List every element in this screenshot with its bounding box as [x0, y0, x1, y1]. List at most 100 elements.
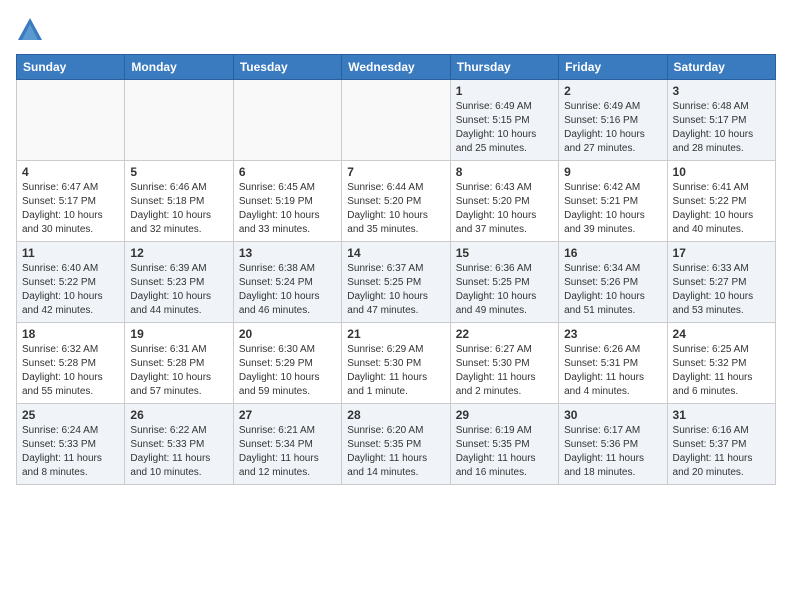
day-info: Sunrise: 6:24 AMSunset: 5:33 PMDaylight:…: [22, 424, 119, 480]
day-number: 19: [130, 327, 227, 341]
calendar-cell: 30 Sunrise: 6:17 AMSunset: 5:36 PMDayligh…: [559, 404, 667, 485]
day-info: Sunrise: 6:29 AMSunset: 5:30 PMDaylight:…: [347, 343, 444, 399]
day-number: 13: [239, 246, 336, 260]
day-number: 11: [22, 246, 119, 260]
day-info: Sunrise: 6:43 AMSunset: 5:20 PMDaylight:…: [456, 181, 553, 237]
calendar-cell: 19 Sunrise: 6:31 AMSunset: 5:28 PMDayligh…: [125, 323, 233, 404]
calendar-week-row: 4 Sunrise: 6:47 AMSunset: 5:17 PMDaylight…: [17, 161, 776, 242]
calendar-cell: [233, 80, 341, 161]
day-number: 9: [564, 165, 661, 179]
calendar-cell: 6 Sunrise: 6:45 AMSunset: 5:19 PMDaylight…: [233, 161, 341, 242]
day-info: Sunrise: 6:34 AMSunset: 5:26 PMDaylight:…: [564, 262, 661, 318]
day-info: Sunrise: 6:20 AMSunset: 5:35 PMDaylight:…: [347, 424, 444, 480]
calendar-cell: [17, 80, 125, 161]
day-number: 1: [456, 84, 553, 98]
day-number: 20: [239, 327, 336, 341]
day-number: 25: [22, 408, 119, 422]
day-info: Sunrise: 6:33 AMSunset: 5:27 PMDaylight:…: [673, 262, 770, 318]
calendar-cell: 12 Sunrise: 6:39 AMSunset: 5:23 PMDayligh…: [125, 242, 233, 323]
day-info: Sunrise: 6:37 AMSunset: 5:25 PMDaylight:…: [347, 262, 444, 318]
calendar-cell: 18Sunrise: 6:32 AMSunset: 5:28 PMDayligh…: [17, 323, 125, 404]
day-info: Sunrise: 6:19 AMSunset: 5:35 PMDaylight:…: [456, 424, 553, 480]
calendar-cell: [125, 80, 233, 161]
column-header-monday: Monday: [125, 55, 233, 80]
day-number: 28: [347, 408, 444, 422]
day-info: Sunrise: 6:25 AMSunset: 5:32 PMDaylight:…: [673, 343, 770, 399]
day-info: Sunrise: 6:46 AMSunset: 5:18 PMDaylight:…: [130, 181, 227, 237]
day-info: Sunrise: 6:31 AMSunset: 5:28 PMDaylight:…: [130, 343, 227, 399]
day-info: Sunrise: 6:36 AMSunset: 5:25 PMDaylight:…: [456, 262, 553, 318]
logo-icon: [16, 16, 44, 44]
day-number: 31: [673, 408, 770, 422]
day-number: 22: [456, 327, 553, 341]
calendar-week-row: 1Sunrise: 6:49 AMSunset: 5:15 PMDaylight…: [17, 80, 776, 161]
day-number: 15: [456, 246, 553, 260]
calendar-cell: 20 Sunrise: 6:30 AMSunset: 5:29 PMDayligh…: [233, 323, 341, 404]
column-header-friday: Friday: [559, 55, 667, 80]
day-number: 2: [564, 84, 661, 98]
day-number: 8: [456, 165, 553, 179]
day-info: Sunrise: 6:22 AMSunset: 5:33 PMDaylight:…: [130, 424, 227, 480]
day-number: 27: [239, 408, 336, 422]
day-info: Sunrise: 6:26 AMSunset: 5:31 PMDaylight:…: [564, 343, 661, 399]
calendar-cell: 21 Sunrise: 6:29 AMSunset: 5:30 PMDayligh…: [342, 323, 450, 404]
day-number: 26: [130, 408, 227, 422]
day-info: Sunrise: 6:16 AMSunset: 5:37 PMDaylight:…: [673, 424, 770, 480]
day-number: 4: [22, 165, 119, 179]
calendar-cell: 31 Sunrise: 6:16 AMSunset: 5:37 PMDayligh…: [667, 404, 775, 485]
calendar-cell: 14 Sunrise: 6:37 AMSunset: 5:25 PMDayligh…: [342, 242, 450, 323]
calendar-cell: 3Sunrise: 6:48 AMSunset: 5:17 PMDaylight…: [667, 80, 775, 161]
day-info: Sunrise: 6:17 AMSunset: 5:36 PMDaylight:…: [564, 424, 661, 480]
calendar-cell: 25 Sunrise: 6:24 AMSunset: 5:33 PMDayligh…: [17, 404, 125, 485]
day-number: 12: [130, 246, 227, 260]
day-info: Sunrise: 6:47 AMSunset: 5:17 PMDaylight:…: [22, 181, 119, 237]
day-info: Sunrise: 6:41 AMSunset: 5:22 PMDaylight:…: [673, 181, 770, 237]
calendar-week-row: 18Sunrise: 6:32 AMSunset: 5:28 PMDayligh…: [17, 323, 776, 404]
column-header-sunday: Sunday: [17, 55, 125, 80]
day-number: 29: [456, 408, 553, 422]
day-number: 6: [239, 165, 336, 179]
calendar-cell: 1Sunrise: 6:49 AMSunset: 5:15 PMDaylight…: [450, 80, 558, 161]
calendar-cell: 5Sunrise: 6:46 AMSunset: 5:18 PMDaylight…: [125, 161, 233, 242]
day-number: 7: [347, 165, 444, 179]
calendar-cell: 10 Sunrise: 6:41 AMSunset: 5:22 PMDayligh…: [667, 161, 775, 242]
day-info: Sunrise: 6:40 AMSunset: 5:22 PMDaylight:…: [22, 262, 119, 318]
calendar-cell: 7Sunrise: 6:44 AMSunset: 5:20 PMDaylight…: [342, 161, 450, 242]
calendar-week-row: 11 Sunrise: 6:40 AMSunset: 5:22 PMDayligh…: [17, 242, 776, 323]
day-number: 23: [564, 327, 661, 341]
day-number: 3: [673, 84, 770, 98]
day-info: Sunrise: 6:49 AMSunset: 5:16 PMDaylight:…: [564, 100, 661, 156]
column-header-tuesday: Tuesday: [233, 55, 341, 80]
calendar-cell: 4 Sunrise: 6:47 AMSunset: 5:17 PMDaylight…: [17, 161, 125, 242]
calendar-cell: 27 Sunrise: 6:21 AMSunset: 5:34 PMDayligh…: [233, 404, 341, 485]
day-number: 24: [673, 327, 770, 341]
day-number: 21: [347, 327, 444, 341]
day-info: Sunrise: 6:30 AMSunset: 5:29 PMDaylight:…: [239, 343, 336, 399]
day-number: 14: [347, 246, 444, 260]
page-header: [16, 16, 776, 44]
calendar-week-row: 25 Sunrise: 6:24 AMSunset: 5:33 PMDayligh…: [17, 404, 776, 485]
day-info: Sunrise: 6:42 AMSunset: 5:21 PMDaylight:…: [564, 181, 661, 237]
logo: [16, 16, 50, 44]
day-info: Sunrise: 6:27 AMSunset: 5:30 PMDaylight:…: [456, 343, 553, 399]
calendar-cell: 13 Sunrise: 6:38 AMSunset: 5:24 PMDayligh…: [233, 242, 341, 323]
calendar-cell: 28 Sunrise: 6:20 AMSunset: 5:35 PMDayligh…: [342, 404, 450, 485]
day-info: Sunrise: 6:39 AMSunset: 5:23 PMDaylight:…: [130, 262, 227, 318]
calendar-cell: 11 Sunrise: 6:40 AMSunset: 5:22 PMDayligh…: [17, 242, 125, 323]
calendar-cell: 16 Sunrise: 6:34 AMSunset: 5:26 PMDayligh…: [559, 242, 667, 323]
calendar-cell: 9 Sunrise: 6:42 AMSunset: 5:21 PMDaylight…: [559, 161, 667, 242]
day-number: 17: [673, 246, 770, 260]
column-header-saturday: Saturday: [667, 55, 775, 80]
calendar-cell: 8 Sunrise: 6:43 AMSunset: 5:20 PMDaylight…: [450, 161, 558, 242]
day-number: 10: [673, 165, 770, 179]
day-info: Sunrise: 6:45 AMSunset: 5:19 PMDaylight:…: [239, 181, 336, 237]
day-info: Sunrise: 6:38 AMSunset: 5:24 PMDaylight:…: [239, 262, 336, 318]
day-number: 30: [564, 408, 661, 422]
day-number: 16: [564, 246, 661, 260]
calendar-cell: 22 Sunrise: 6:27 AMSunset: 5:30 PMDayligh…: [450, 323, 558, 404]
day-info: Sunrise: 6:21 AMSunset: 5:34 PMDaylight:…: [239, 424, 336, 480]
calendar-cell: 23 Sunrise: 6:26 AMSunset: 5:31 PMDayligh…: [559, 323, 667, 404]
calendar-table: SundayMondayTuesdayWednesdayThursdayFrid…: [16, 54, 776, 485]
calendar-header-row: SundayMondayTuesdayWednesdayThursdayFrid…: [17, 55, 776, 80]
day-info: Sunrise: 6:32 AMSunset: 5:28 PMDaylight:…: [22, 343, 119, 399]
